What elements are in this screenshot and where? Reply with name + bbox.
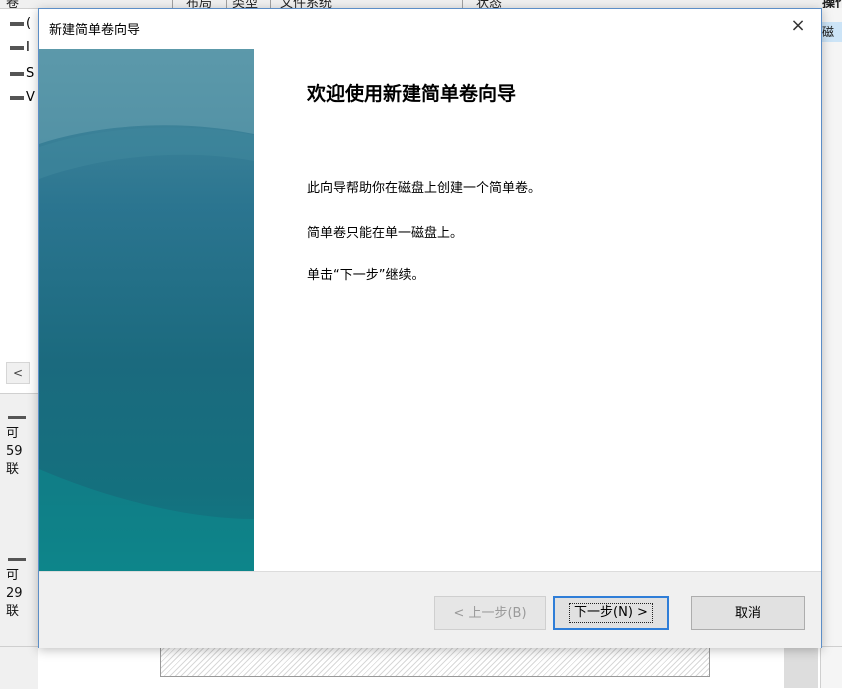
back-button[interactable]: < 上一步(B): [434, 596, 546, 630]
volume-label: (: [26, 16, 32, 31]
wizard-description: 简单卷只能在单一磁盘上。: [307, 226, 464, 241]
drive-icon: [10, 95, 24, 100]
volume-label: S: [26, 66, 35, 81]
actions-item-disk-management[interactable]: 磁: [822, 22, 842, 42]
drive-icon: [10, 71, 24, 76]
dialog-footer: < 上一步(B) 下一步(N) > 取消: [39, 571, 821, 648]
wizard-description: 此向导帮助你在磁盘上创建一个简单卷。: [307, 181, 542, 196]
wizard-instruction: 单击“下一步”继续。: [307, 268, 425, 283]
next-button-label: 下一步(N) >: [569, 603, 653, 623]
wizard-heading: 欢迎使用新建简单卷向导: [307, 83, 517, 105]
cancel-button[interactable]: 取消: [691, 596, 805, 630]
disk-icon: [8, 558, 26, 561]
dialog-titlebar[interactable]: 新建简单卷向导 ×: [39, 9, 821, 43]
next-button[interactable]: 下一步(N) >: [553, 596, 669, 630]
drive-icon: [10, 45, 24, 50]
banner-swoosh-graphic: [39, 49, 254, 571]
column-separator[interactable]: [462, 0, 463, 8]
actions-pane: [820, 8, 842, 688]
drive-icon: [10, 21, 24, 26]
scroll-left-button[interactable]: <: [6, 362, 30, 384]
volume-label: I: [26, 40, 30, 55]
wizard-banner-image: [39, 49, 254, 571]
volume-row[interactable]: (: [0, 16, 40, 32]
column-separator[interactable]: [270, 0, 271, 8]
column-volume[interactable]: 卷: [6, 0, 19, 8]
new-simple-volume-wizard: 新建简单卷向导 × 欢迎使用新建简单卷向导 此向导帮助你在磁盘上创建一个简单卷。…: [38, 8, 822, 648]
unallocated-partition[interactable]: [160, 645, 710, 677]
column-separator[interactable]: [172, 0, 173, 8]
close-icon[interactable]: ×: [775, 9, 821, 43]
volume-row[interactable]: S: [0, 66, 40, 82]
column-separator[interactable]: [226, 0, 227, 8]
volume-row[interactable]: I: [0, 40, 40, 56]
dialog-title: 新建简单卷向导: [49, 23, 141, 38]
disk-icon: [8, 416, 26, 419]
volume-label: V: [26, 90, 35, 105]
volume-row[interactable]: V: [0, 90, 40, 106]
